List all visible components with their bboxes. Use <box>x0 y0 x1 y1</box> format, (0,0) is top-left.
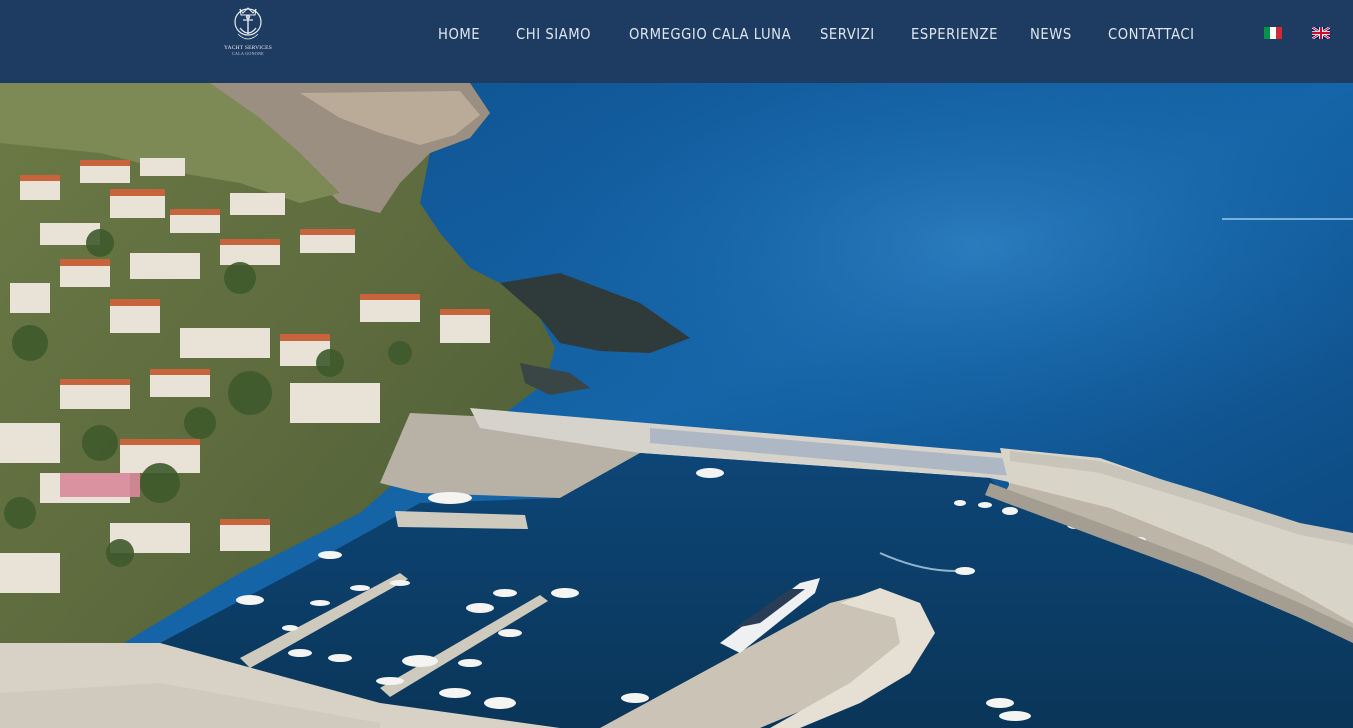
italy-flag-icon[interactable] <box>1264 27 1282 39</box>
site-header: YACHT SERVICES CALA GONONE HOME CHI SIAM… <box>0 0 1353 83</box>
nav-news[interactable]: NEWS <box>1030 22 1072 46</box>
uk-flag-icon[interactable] <box>1312 27 1330 39</box>
site-logo[interactable]: YACHT SERVICES CALA GONONE <box>222 4 274 62</box>
nav-ormeggio-cala-luna[interactable]: ORMEGGIO CALA LUNA <box>629 22 791 46</box>
anchor-emblem-icon <box>234 7 262 40</box>
harbor-aerial-illustration <box>0 83 1353 728</box>
nav-esperienze[interactable]: ESPERIENZE <box>911 22 998 46</box>
nav-contattaci[interactable]: CONTATTACI <box>1108 22 1195 46</box>
nav-servizi[interactable]: SERVIZI <box>820 22 875 46</box>
nav-chi-siamo[interactable]: CHI SIAMO <box>516 22 591 46</box>
logo-text-line2: CALA GONONE <box>232 51 264 56</box>
hero-image <box>0 83 1353 728</box>
nav-home[interactable]: HOME <box>438 22 480 46</box>
